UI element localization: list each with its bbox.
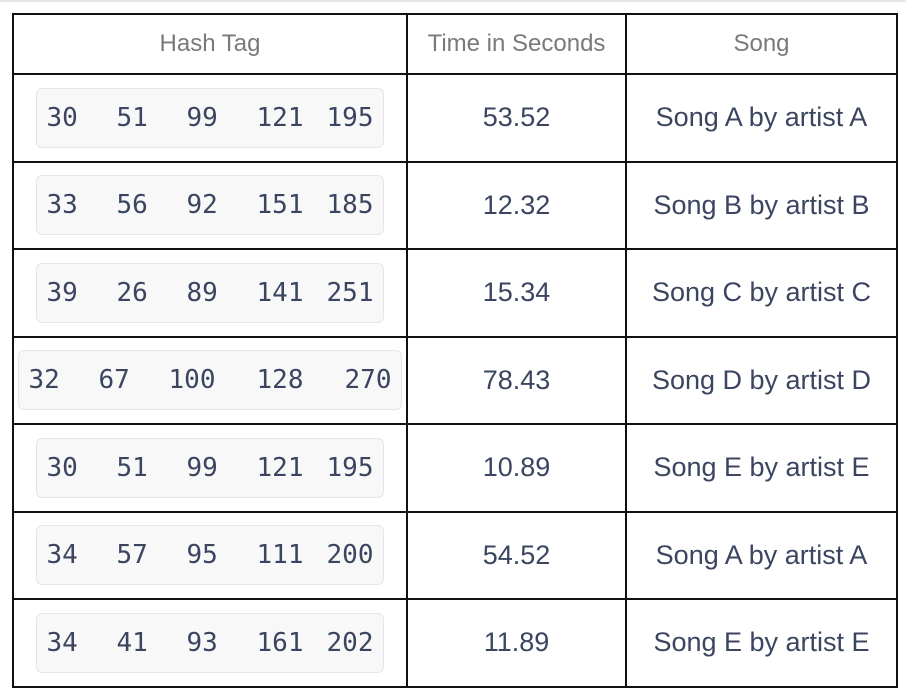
hash-value: 92 xyxy=(186,190,218,221)
song-cell: Song A by artist A xyxy=(625,510,898,600)
hash-cell: 34 41 93 161 202 xyxy=(12,598,408,688)
hash-value: 121 xyxy=(256,452,304,483)
songs-table: Hash Tag Time in Seconds Song 30 51 99 121 1… xyxy=(12,13,898,688)
hash-value: 200 xyxy=(326,540,374,571)
hash-value: 151 xyxy=(256,190,304,221)
song-cell: Song E by artist E xyxy=(625,423,898,513)
song-cell: Song D by artist D xyxy=(625,335,898,425)
hash-value: 270 xyxy=(344,365,392,396)
table-row: 34 41 93 161 202 11.89 Song E by artist E xyxy=(12,598,898,688)
hash-value: 30 xyxy=(46,452,78,483)
hash-value: 26 xyxy=(116,277,148,308)
hash-value: 39 xyxy=(46,277,78,308)
time-cell: 15.34 xyxy=(406,248,627,338)
hash-value: 56 xyxy=(116,190,148,221)
hash-value: 34 xyxy=(46,540,78,571)
hash-value: 128 xyxy=(256,365,304,396)
header-song: Song xyxy=(625,13,898,75)
hash-value: 251 xyxy=(326,277,374,308)
hash-cell: 32 67 100 128 270 xyxy=(12,335,408,425)
time-cell: 12.32 xyxy=(406,160,627,250)
hash-value: 95 xyxy=(186,540,218,571)
top-divider xyxy=(0,0,906,2)
table-row: 30 51 99 121 195 53.52 Song A by artist A xyxy=(12,73,898,163)
hash-value: 89 xyxy=(186,277,218,308)
hash-value: 202 xyxy=(326,627,374,658)
table-header-row: Hash Tag Time in Seconds Song xyxy=(12,13,898,75)
hash-value: 99 xyxy=(186,102,218,133)
hash-code-block: 30 51 99 121 195 xyxy=(35,437,385,498)
hash-value: 34 xyxy=(46,627,78,658)
hash-code-block: 32 67 100 128 270 xyxy=(17,350,403,411)
table-row: 32 67 100 128 270 78.43 Song D by artist D xyxy=(12,335,898,425)
table-row: 33 56 92 151 185 12.32 Song B by artist B xyxy=(12,160,898,250)
header-hash-tag: Hash Tag xyxy=(12,13,408,75)
hash-code-block: 34 41 93 161 202 xyxy=(35,612,385,673)
song-cell: Song E by artist E xyxy=(625,598,898,688)
hash-value: 67 xyxy=(98,365,130,396)
hash-value: 121 xyxy=(256,102,304,133)
song-cell: Song A by artist A xyxy=(625,73,898,163)
hash-cell: 30 51 99 121 195 xyxy=(12,73,408,163)
hash-cell: 30 51 99 121 195 xyxy=(12,423,408,513)
header-time: Time in Seconds xyxy=(406,13,627,75)
time-cell: 78.43 xyxy=(406,335,627,425)
hash-code-block: 34 57 95 111 200 xyxy=(35,525,385,586)
hash-code-block: 33 56 92 151 185 xyxy=(35,175,385,236)
hash-value: 195 xyxy=(326,102,374,133)
hash-value: 93 xyxy=(186,627,218,658)
song-cell: Song B by artist B xyxy=(625,160,898,250)
hash-value: 57 xyxy=(116,540,148,571)
time-cell: 11.89 xyxy=(406,598,627,688)
hash-value: 111 xyxy=(256,540,304,571)
hash-code-block: 39 26 89 141 251 xyxy=(35,262,385,323)
hash-cell: 39 26 89 141 251 xyxy=(12,248,408,338)
hash-value: 32 xyxy=(28,365,60,396)
hash-value: 100 xyxy=(168,365,216,396)
hash-cell: 33 56 92 151 185 xyxy=(12,160,408,250)
hash-value: 141 xyxy=(256,277,304,308)
time-cell: 54.52 xyxy=(406,510,627,600)
table-row: 34 57 95 111 200 54.52 Song A by artist A xyxy=(12,510,898,600)
song-cell: Song C by artist C xyxy=(625,248,898,338)
hash-value: 51 xyxy=(116,452,148,483)
hash-value: 195 xyxy=(326,452,374,483)
hash-value: 51 xyxy=(116,102,148,133)
time-cell: 53.52 xyxy=(406,73,627,163)
hash-value: 33 xyxy=(46,190,78,221)
time-cell: 10.89 xyxy=(406,423,627,513)
hash-value: 99 xyxy=(186,452,218,483)
table-row: 39 26 89 141 251 15.34 Song C by artist C xyxy=(12,248,898,338)
hash-cell: 34 57 95 111 200 xyxy=(12,510,408,600)
hash-value: 41 xyxy=(116,627,148,658)
table-row: 30 51 99 121 195 10.89 Song E by artist E xyxy=(12,423,898,513)
hash-value: 30 xyxy=(46,102,78,133)
hash-code-block: 30 51 99 121 195 xyxy=(35,87,385,148)
hash-value: 185 xyxy=(326,190,374,221)
hash-value: 161 xyxy=(256,627,304,658)
